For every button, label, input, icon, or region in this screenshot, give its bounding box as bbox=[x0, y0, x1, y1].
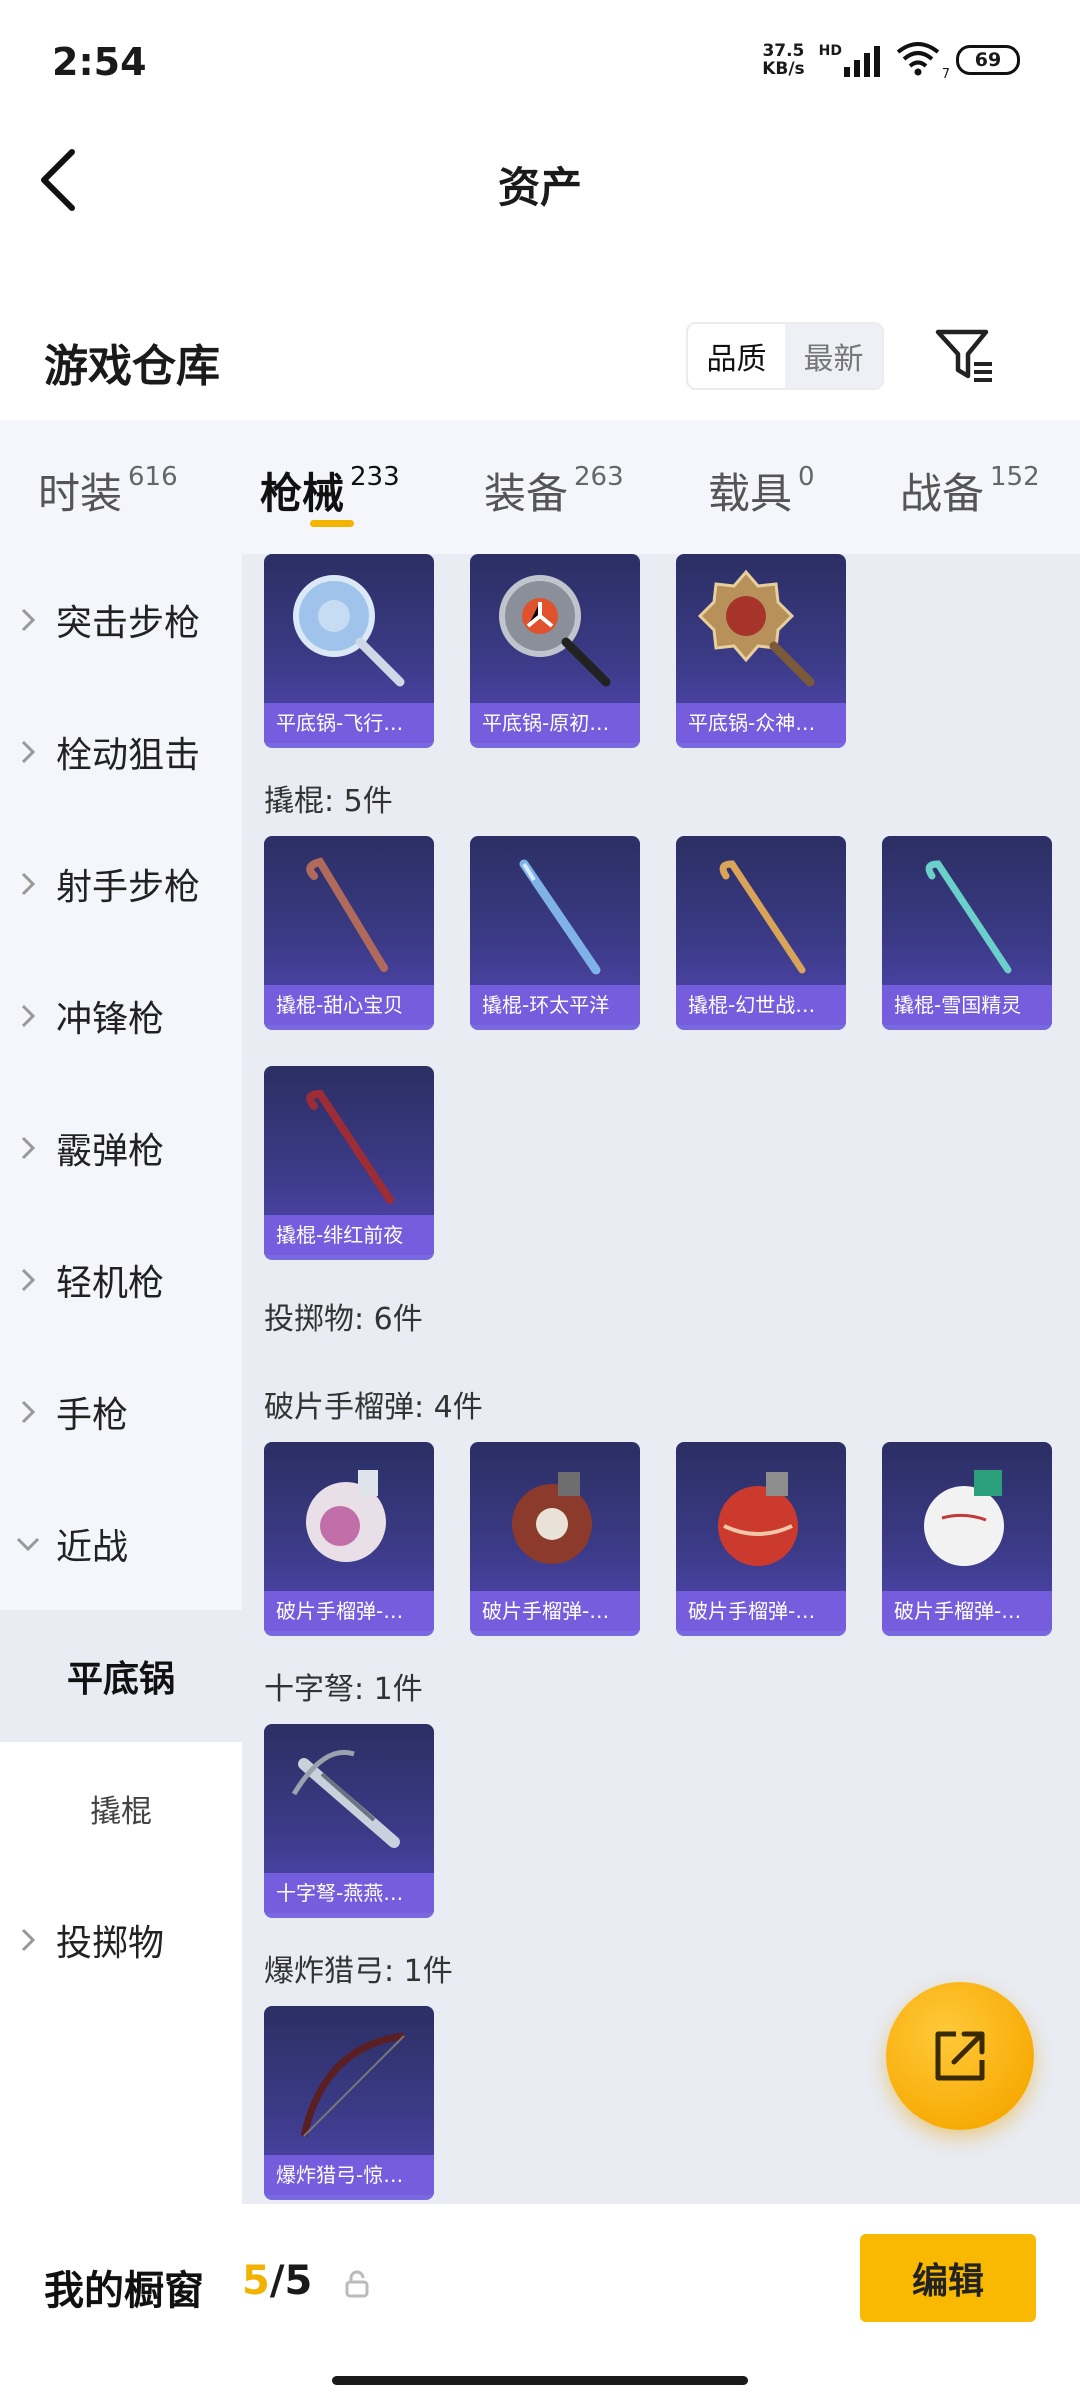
group-label-crossbow: 十字弩: 1件 bbox=[264, 1672, 423, 1707]
chevron-right-icon bbox=[21, 1268, 36, 1292]
sidebar-item-bolt-sniper[interactable]: 栓动狙击 bbox=[0, 686, 242, 818]
sidebar-item-marksman-rifle[interactable]: 射手步枪 bbox=[0, 818, 242, 950]
crowbar-icon bbox=[519, 859, 601, 975]
status-icons: 37.5 KB/s HD 7 69 bbox=[762, 40, 1020, 82]
weapon-type-sidebar: 突击步枪 栓动狙击 射手步枪 冲锋枪 霰弹枪 轻机枪 手枪 近战 平底锅 撬棍 … bbox=[0, 554, 242, 2204]
showcase-bar: 我的橱窗 5/5 编辑 bbox=[0, 2204, 1080, 2400]
group-label-throwables: 投掷物: 6件 bbox=[264, 1302, 423, 1337]
item-grid-content: 平底锅-飞行… 平底锅-原初… 平底锅-众神… 撬棍: 5件 撬棍-甜心宝贝 撬… bbox=[242, 554, 1080, 2204]
item-card[interactable]: 爆炸猎弓-惊… bbox=[264, 2006, 434, 2200]
chevron-right-icon bbox=[21, 1400, 36, 1424]
item-card[interactable]: 撬棍-幻世战… bbox=[676, 836, 846, 1030]
edit-button[interactable]: 编辑 bbox=[860, 2234, 1036, 2322]
crowbar-icon bbox=[719, 860, 806, 974]
tab-firearms[interactable]: 枪械 233 bbox=[260, 420, 400, 527]
filter-button[interactable] bbox=[932, 324, 996, 388]
home-indicator[interactable] bbox=[332, 2376, 748, 2385]
frying-pan-icon bbox=[697, 569, 815, 687]
tab-equipment[interactable]: 装备 263 bbox=[484, 420, 624, 521]
tab-fashion[interactable]: 时装 616 bbox=[38, 420, 178, 521]
sidebar-item-assault-rifle[interactable]: 突击步枪 bbox=[0, 554, 242, 686]
frying-pan-icon bbox=[293, 575, 405, 687]
status-bar: 2:54 37.5 KB/s HD 7 69 bbox=[0, 0, 1080, 120]
sidebar-item-shotgun[interactable]: 霰弹枪 bbox=[0, 1082, 242, 1214]
warehouse-row: 游戏仓库 品质 最新 bbox=[0, 300, 1080, 420]
item-card[interactable]: 平底锅-原初… bbox=[470, 554, 640, 748]
item-card[interactable]: 撬棍-绯红前夜 bbox=[264, 1066, 434, 1260]
grenade-icon bbox=[924, 1470, 1004, 1566]
status-time: 2:54 bbox=[52, 40, 147, 84]
item-card[interactable]: 撬棍-环太平洋 bbox=[470, 836, 640, 1030]
net-speed: 37.5 KB/s bbox=[762, 41, 805, 79]
item-card[interactable]: 十字弩-燕燕… bbox=[264, 1724, 434, 1918]
frying-pan-icon bbox=[499, 575, 611, 687]
showcase-label: 我的橱窗 bbox=[44, 2268, 204, 2314]
chevron-down-icon bbox=[16, 1537, 40, 1552]
item-card[interactable]: 破片手榴弹-… bbox=[470, 1442, 640, 1636]
sort-newest-option[interactable]: 最新 bbox=[785, 324, 882, 388]
chevron-right-icon bbox=[21, 740, 36, 764]
chevron-right-icon bbox=[21, 1004, 36, 1028]
sidebar-subitem-pan[interactable]: 平底锅 bbox=[0, 1610, 242, 1742]
item-card[interactable]: 撬棍-雪国精灵 bbox=[882, 836, 1052, 1030]
category-tabs: 时装 616 枪械 233 装备 263 载具 0 战备 152 bbox=[0, 420, 1080, 554]
crowbar-icon bbox=[306, 1089, 394, 1204]
page-title: 资产 bbox=[497, 163, 582, 212]
bow-icon bbox=[300, 2032, 405, 2137]
app-header: 资产 bbox=[0, 120, 1080, 240]
warehouse-title: 游戏仓库 bbox=[44, 341, 220, 392]
sidebar-subitem-crowbar[interactable]: 撬棍 bbox=[0, 1742, 242, 1874]
sort-toggle: 品质 最新 bbox=[686, 322, 884, 390]
chevron-right-icon bbox=[21, 872, 36, 896]
chevron-right-icon bbox=[21, 608, 36, 632]
item-card[interactable]: 破片手榴弹-… bbox=[264, 1442, 434, 1636]
share-external-icon bbox=[935, 2031, 985, 2081]
item-card[interactable]: 破片手榴弹-… bbox=[676, 1442, 846, 1636]
sidebar-item-pistol[interactable]: 手枪 bbox=[0, 1346, 242, 1478]
sidebar-item-melee[interactable]: 近战 bbox=[0, 1478, 242, 1610]
active-tab-indicator bbox=[310, 520, 354, 527]
grenade-icon bbox=[306, 1470, 386, 1562]
sort-quality-option[interactable]: 品质 bbox=[688, 324, 785, 388]
sidebar-item-lmg[interactable]: 轻机枪 bbox=[0, 1214, 242, 1346]
grenade-icon bbox=[512, 1472, 592, 1564]
filter-icon bbox=[935, 329, 992, 382]
crowbar-icon bbox=[925, 860, 1012, 974]
crowbar-icon bbox=[306, 857, 388, 972]
chevron-right-icon bbox=[21, 1136, 36, 1160]
sidebar-item-throwables[interactable]: 投掷物 bbox=[0, 1874, 242, 2006]
group-label-explosive-bow: 爆炸猎弓: 1件 bbox=[264, 1954, 453, 1989]
share-fab[interactable] bbox=[886, 1982, 1034, 2130]
wifi-icon: 7 bbox=[894, 40, 950, 82]
cell-signal-icon: HD bbox=[819, 43, 880, 77]
showcase-count: 5/5 bbox=[242, 2258, 313, 2304]
lock-icon bbox=[345, 2270, 369, 2298]
sidebar-item-smg[interactable]: 冲锋枪 bbox=[0, 950, 242, 1082]
grenade-icon bbox=[718, 1472, 798, 1566]
item-card[interactable]: 破片手榴弹-… bbox=[882, 1442, 1052, 1636]
item-card[interactable]: 平底锅-众神… bbox=[676, 554, 846, 748]
crossbow-icon bbox=[291, 1749, 400, 1848]
tab-supplies[interactable]: 战备 152 bbox=[900, 420, 1040, 521]
item-card[interactable]: 平底锅-飞行… bbox=[264, 554, 434, 748]
group-label-frag-grenade: 破片手榴弹: 4件 bbox=[264, 1390, 483, 1425]
item-card[interactable]: 撬棍-甜心宝贝 bbox=[264, 836, 434, 1030]
battery-indicator: 69 bbox=[956, 45, 1020, 75]
tab-vehicles[interactable]: 载具 0 bbox=[708, 420, 815, 521]
group-label-crowbar: 撬棍: 5件 bbox=[264, 784, 393, 819]
chevron-right-icon bbox=[21, 1928, 36, 1952]
